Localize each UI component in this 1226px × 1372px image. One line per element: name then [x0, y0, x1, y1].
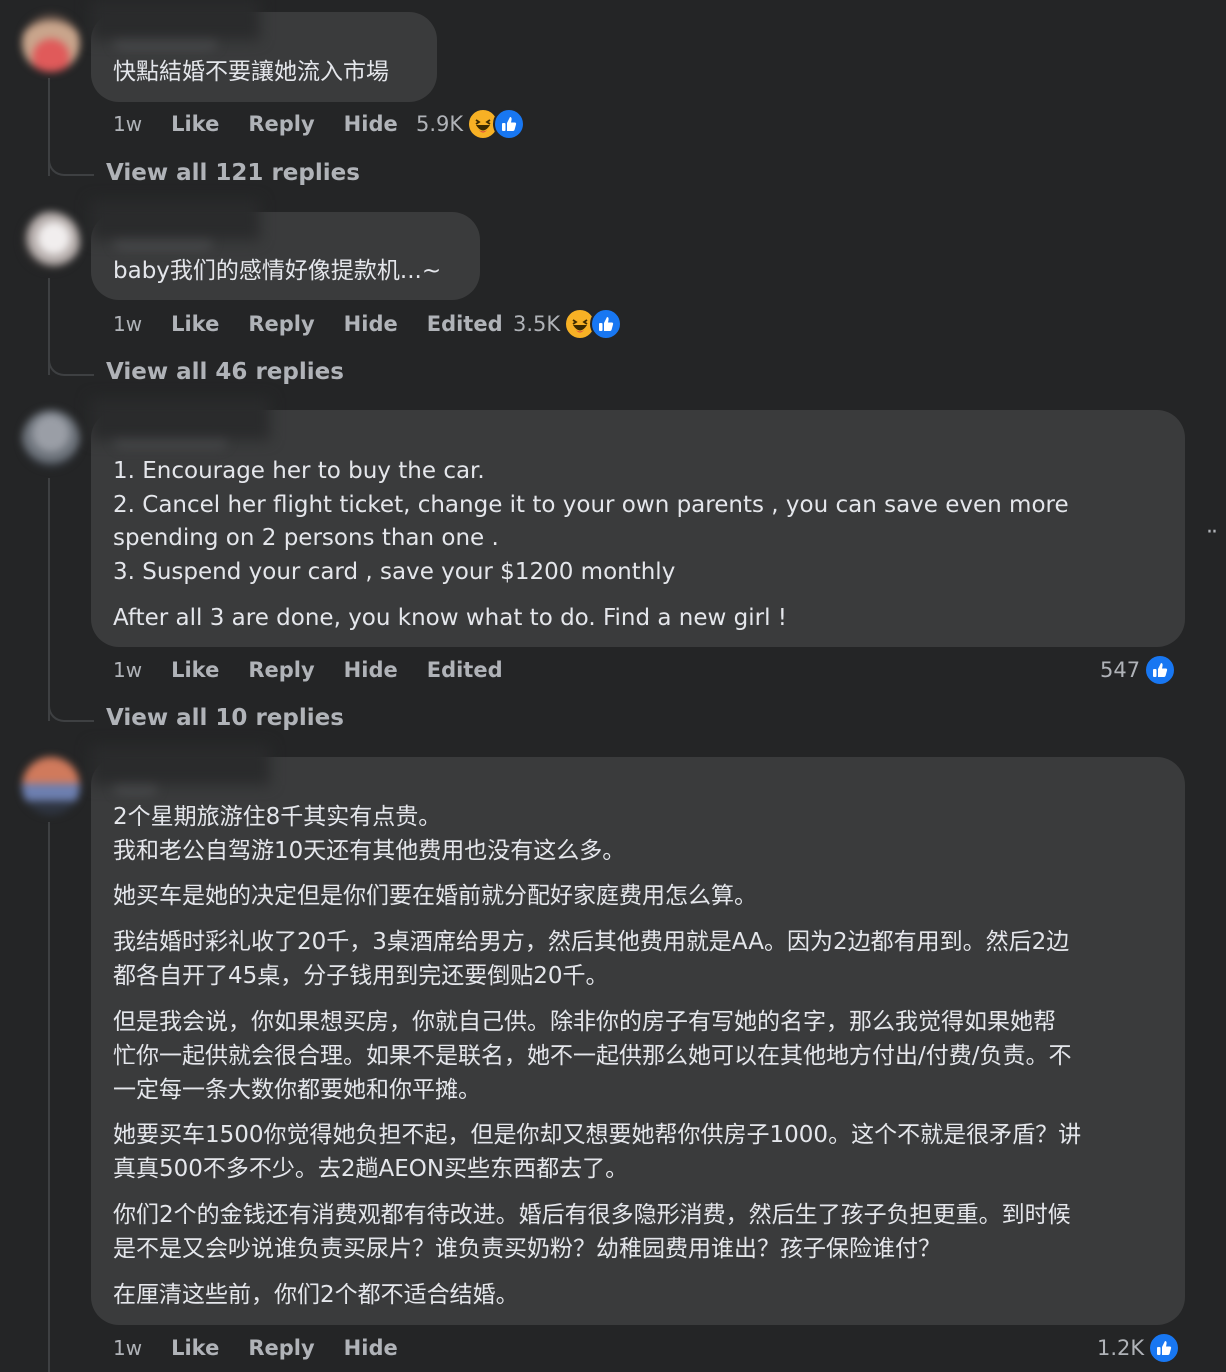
reaction-count: 3.5K	[513, 312, 561, 336]
like-button[interactable]: Like	[171, 112, 219, 136]
reaction-summary[interactable]: 547	[1100, 650, 1177, 690]
hide-button[interactable]: Hide	[344, 658, 398, 682]
reaction-summary[interactable]: 5.9K	[416, 104, 526, 144]
view-replies-link[interactable]: View all 10 replies	[106, 705, 344, 731]
avatar[interactable]	[22, 410, 80, 468]
comment-text-line: 1. Encourage her to buy the car.	[113, 458, 485, 484]
comment-text-line: 2个星期旅游住8千其实有点贵。	[113, 804, 442, 830]
avatar[interactable]	[22, 212, 80, 270]
comment-actions: 1w Like Reply Hide	[113, 1334, 427, 1362]
comment-text-line: After all 3 are done, you know what to d…	[113, 605, 788, 631]
comment-actions: 1w Like Reply Hide Edited	[113, 310, 532, 338]
avatar[interactable]	[22, 14, 80, 72]
like-button[interactable]: Like	[171, 312, 219, 336]
like-icon	[493, 108, 526, 140]
redaction-blur	[90, 0, 260, 40]
comment-text-line: 她要买车1500你觉得她负担不起，但是你却又想要她帮你供房子1000。这个不就是…	[113, 1122, 1082, 1148]
comment-text-line: 3. Suspend your card , save your $1200 m…	[113, 559, 676, 585]
view-replies-link[interactable]: View all 121 replies	[106, 160, 360, 186]
thread-line	[48, 822, 50, 1372]
thread-elbow	[48, 346, 94, 376]
comment-text-line: 2. Cancel her flight ticket, change it t…	[113, 492, 1069, 518]
hide-button[interactable]: Hide	[344, 312, 398, 336]
timestamp[interactable]: 1w	[113, 1336, 142, 1360]
redaction-blur	[90, 398, 270, 440]
reaction-count: 5.9K	[416, 112, 464, 136]
avatar[interactable]	[22, 757, 80, 815]
comment-text-line: 我结婚时彩礼收了20千，3桌酒席给男方，然后其他费用就是AA。因为2边都有用到。…	[113, 929, 1070, 955]
comment-text: baby我们的感情好像提款机...~	[113, 258, 442, 284]
thread-line	[48, 478, 50, 721]
reply-button[interactable]: Reply	[248, 112, 314, 136]
like-button[interactable]: Like	[171, 1336, 219, 1360]
comment-text-line: 是不是又会吵说谁负责买尿片？谁负责买奶粉？幼稚园费用谁出？孩子保险谁付？	[113, 1236, 941, 1262]
comment-text-line: 我和老公自驾游10天还有其他费用也没有这么多。	[113, 838, 626, 864]
comment-text-line: 忙你一起供就会很合理。如果不是联名，她不一起供那么她可以在其他地方付出/付费/负…	[113, 1043, 1072, 1069]
thread-elbow	[48, 146, 94, 176]
view-replies-link[interactable]: View all 46 replies	[106, 359, 344, 385]
comment-actions: 1w Like Reply Hide Edited	[113, 656, 532, 684]
comment-text-line: 但是我会说，你如果想买房，你就自己供。除非你的房子有写她的名字，那么我觉得如果她…	[113, 1009, 1056, 1035]
reaction-summary[interactable]: 1.2K	[1097, 1328, 1181, 1368]
like-icon	[1148, 1332, 1181, 1364]
comment-text: 快點結婚不要讓她流入市場	[113, 59, 389, 85]
reaction-summary[interactable]: 3.5K	[513, 304, 623, 344]
like-icon	[1144, 654, 1177, 686]
comment-text-line: 一定每一条大数你都要她和你平摊。	[113, 1077, 481, 1103]
comment-text-line: 你们2个的金钱还有消费观都有待改进。婚后有很多隐形消费，然后生了孩子负担更重。到…	[113, 1202, 1071, 1228]
comment-text-line: 真真500不多不少。去2趟AEON买些东西都去了。	[113, 1156, 629, 1182]
timestamp[interactable]: 1w	[113, 312, 142, 336]
hide-button[interactable]: Hide	[344, 112, 398, 136]
comment-text-line: spending on 2 persons than one .	[113, 525, 499, 551]
comment-text-line: 都各自开了45桌，分子钱用到完还要倒贴20千。	[113, 963, 609, 989]
edited-label[interactable]: Edited	[427, 312, 503, 336]
comment-text-line: 她买车是她的决定但是你们要在婚前就分配好家庭费用怎么算。	[113, 883, 757, 909]
timestamp[interactable]: 1w	[113, 112, 142, 136]
redaction-blur	[90, 745, 270, 785]
like-icon	[590, 308, 623, 340]
redaction-blur	[90, 200, 260, 240]
reply-button[interactable]: Reply	[248, 658, 314, 682]
edited-label[interactable]: Edited	[427, 658, 503, 682]
thread-elbow	[48, 692, 94, 722]
reply-button[interactable]: Reply	[248, 312, 314, 336]
timestamp[interactable]: 1w	[113, 658, 142, 682]
reply-button[interactable]: Reply	[248, 1336, 314, 1360]
reaction-count: 547	[1100, 658, 1141, 682]
more-options-icon[interactable]: ··	[1206, 520, 1218, 545]
like-button[interactable]: Like	[171, 658, 219, 682]
reaction-count: 1.2K	[1097, 1336, 1145, 1360]
comment-actions: 1w Like Reply Hide	[113, 110, 427, 138]
comment-text-line: 在厘清这些前，你们2个都不适合结婚。	[113, 1282, 519, 1308]
hide-button[interactable]: Hide	[344, 1336, 398, 1360]
